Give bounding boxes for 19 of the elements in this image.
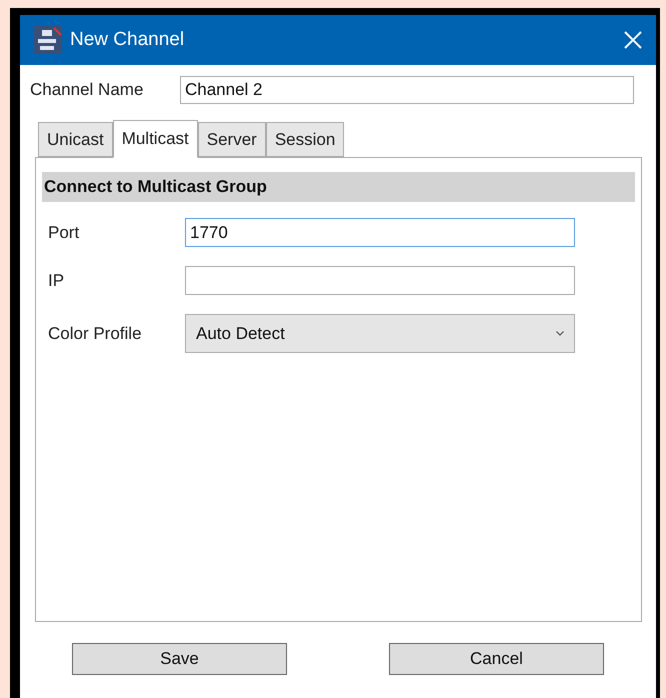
tab[interactable]: Unicast bbox=[38, 122, 113, 157]
dialog-button[interactable]: Save bbox=[72, 643, 287, 675]
field-label: Color Profile bbox=[48, 322, 143, 345]
chevron-down-icon bbox=[556, 331, 564, 336]
field-label: Port bbox=[48, 222, 80, 244]
field-label: IP bbox=[48, 270, 66, 292]
channel-name-field[interactable]: Channel 2 bbox=[180, 76, 634, 104]
tab[interactable]: Session bbox=[266, 122, 344, 157]
app-icon bbox=[34, 26, 62, 54]
dropdown[interactable]: Auto Detect bbox=[185, 314, 575, 353]
field-label: Channel Name bbox=[30, 79, 144, 102]
window-title: New Channel bbox=[70, 28, 184, 52]
input-field[interactable] bbox=[185, 266, 575, 295]
close-icon[interactable] bbox=[624, 31, 642, 49]
dialog-button[interactable]: Cancel bbox=[389, 643, 604, 675]
tab[interactable]: Server bbox=[198, 122, 266, 157]
input-field[interactable]: 1770 bbox=[185, 218, 575, 247]
tab[interactable]: Multicast bbox=[112, 120, 198, 158]
section-header: Connect to Multicast Group bbox=[42, 172, 635, 202]
